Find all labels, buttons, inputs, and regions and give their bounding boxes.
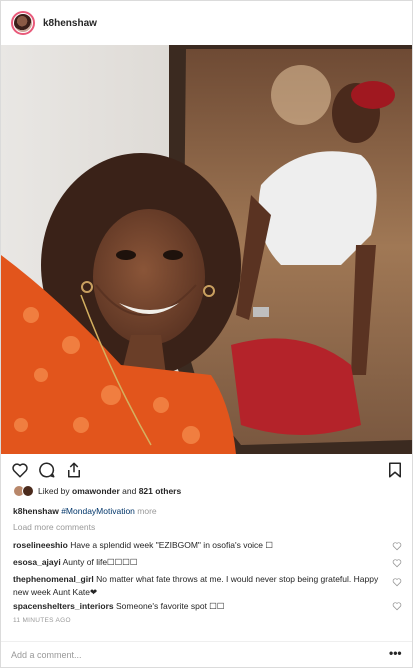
caption-username[interactable]: k8henshaw bbox=[13, 506, 59, 516]
post-username[interactable]: k8henshaw bbox=[43, 18, 97, 29]
post-photo[interactable] bbox=[1, 45, 412, 454]
avatar-image bbox=[14, 14, 32, 32]
heart-icon[interactable] bbox=[392, 541, 402, 551]
bookmark-icon[interactable] bbox=[386, 461, 404, 479]
likes-others[interactable]: 821 others bbox=[139, 486, 182, 496]
comment: roselineeshio Have a splendid week "EZIB… bbox=[13, 539, 385, 552]
post-caption: k8henshaw #MondayMotivation more bbox=[13, 506, 157, 516]
likes-and: and bbox=[122, 486, 137, 496]
post-actions bbox=[1, 455, 412, 485]
add-comment-row: ••• bbox=[1, 641, 412, 667]
likes-row: Liked by omawonder and 821 others bbox=[13, 483, 181, 499]
caption-more-link[interactable]: more bbox=[137, 506, 156, 516]
likes-user[interactable]: omawonder bbox=[72, 486, 120, 496]
heart-icon[interactable] bbox=[392, 601, 402, 611]
caption-hashtag[interactable]: #MondayMotivation bbox=[61, 506, 135, 516]
comment: thephenomenal_girl No matter what fate t… bbox=[13, 573, 385, 599]
comment-text: Someone's favorite spot ☐☐ bbox=[116, 601, 225, 611]
comment-text: Aunty of life☐☐☐☐ bbox=[62, 557, 138, 567]
comment-username[interactable]: thephenomenal_girl bbox=[13, 574, 94, 584]
load-more-comments[interactable]: Load more comments bbox=[13, 522, 95, 532]
avatar[interactable] bbox=[11, 11, 35, 35]
add-comment-input[interactable] bbox=[11, 647, 371, 663]
instagram-post: k8henshaw Liked by omawonder and 821 oth… bbox=[0, 0, 413, 668]
more-options-icon[interactable]: ••• bbox=[389, 646, 402, 660]
post-photo-illustration bbox=[1, 45, 412, 454]
comment: esosa_ajayi Aunty of life☐☐☐☐ bbox=[13, 556, 385, 569]
comment-username[interactable]: roselineeshio bbox=[13, 540, 68, 550]
heart-icon[interactable] bbox=[392, 558, 402, 568]
likes-prefix: Liked by bbox=[38, 486, 70, 496]
share-icon[interactable] bbox=[65, 461, 83, 479]
post-timestamp[interactable]: 11 MINUTES AGO bbox=[13, 617, 71, 624]
comment-icon[interactable] bbox=[38, 461, 56, 479]
comment-text: Have a splendid week "EZIBGOM" in osofia… bbox=[70, 540, 274, 550]
comment-username[interactable]: esosa_ajayi bbox=[13, 557, 61, 567]
comment-username[interactable]: spacenshelters_interiors bbox=[13, 601, 114, 611]
likes-text[interactable]: Liked by omawonder and 821 others bbox=[38, 486, 181, 496]
post-header: k8henshaw bbox=[1, 1, 412, 46]
heart-icon[interactable] bbox=[392, 577, 402, 587]
heart-icon[interactable] bbox=[11, 461, 29, 479]
liker-avatar bbox=[22, 485, 34, 497]
comment: spacenshelters_interiors Someone's favor… bbox=[13, 600, 385, 613]
